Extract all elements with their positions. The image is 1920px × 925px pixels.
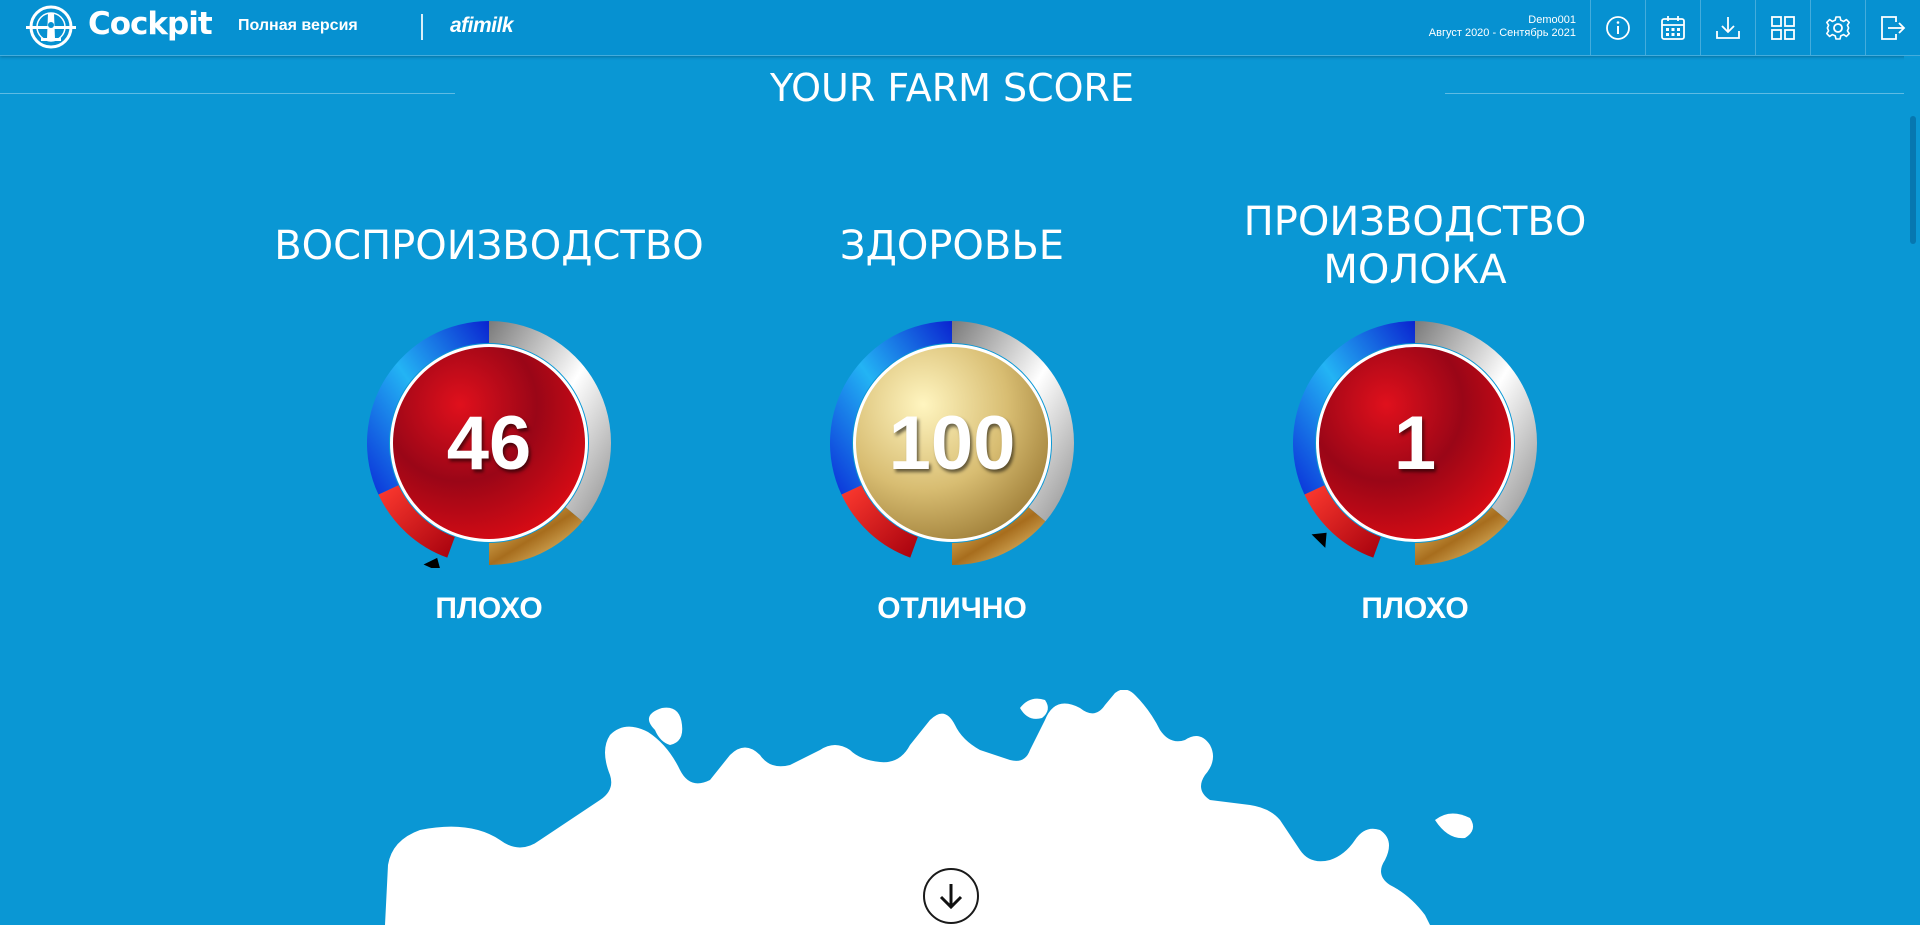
arrow-down-icon	[939, 884, 963, 910]
version-label[interactable]: Полная версия	[238, 17, 358, 35]
calendar-icon	[1661, 15, 1685, 40]
score-gauge-health[interactable]: 100	[827, 318, 1077, 568]
score-rating: ПЛОХО	[435, 592, 543, 625]
farm-name: Demo001	[1528, 14, 1576, 26]
download-icon	[1716, 16, 1740, 39]
info-button[interactable]	[1590, 0, 1645, 55]
score-gauge-milk-production[interactable]: 1	[1290, 318, 1540, 568]
score-value: 46	[446, 400, 532, 486]
logout-button[interactable]	[1865, 0, 1920, 55]
score-rating: ПЛОХО	[1361, 592, 1469, 625]
scroll-down-button[interactable]	[923, 868, 979, 924]
settings-button[interactable]	[1810, 0, 1865, 55]
score-title-health: ЗДОРОВЬЕ	[722, 222, 1182, 270]
date-range: Август 2020 - Сентябрь 2021	[1428, 27, 1576, 39]
top-bar: Cockpit Полная версия afimilk Demo001 Ав…	[0, 0, 1920, 56]
cockpit-logo-icon	[24, 5, 78, 49]
header-divider	[421, 14, 423, 40]
farm-info[interactable]: Demo001 Август 2020 - Сентябрь 2021	[1429, 14, 1576, 40]
score-title-line: ВОСПРОИЗВОДСТВО	[274, 223, 704, 269]
calendar-button[interactable]	[1645, 0, 1700, 55]
download-button[interactable]	[1700, 0, 1755, 55]
info-icon	[1606, 15, 1630, 40]
dashboard-button[interactable]	[1755, 0, 1810, 55]
logout-icon	[1881, 15, 1906, 40]
score-value: 100	[888, 400, 1016, 486]
score-value: 1	[1393, 400, 1437, 486]
scrollbar[interactable]	[1904, 56, 1920, 925]
dashboard-grid-icon	[1771, 15, 1795, 40]
scrollbar-thumb[interactable]	[1910, 116, 1916, 244]
afimilk-logo: afimilk	[450, 14, 514, 37]
score-title-line: ЗДОРОВЬЕ	[839, 223, 1065, 269]
score-title-line: ПРОИЗВОДСТВО	[1243, 199, 1587, 245]
score-title-reproduction: ВОСПРОИЗВОДСТВО	[259, 222, 719, 270]
score-rating: ОТЛИЧНО	[877, 592, 1027, 625]
score-title-line: МОЛОКА	[1323, 247, 1507, 293]
page-title: YOUR FARM SCORE	[770, 66, 1134, 110]
gear-icon	[1826, 15, 1850, 40]
score-title-milk-production: ПРОИЗВОДСТВО МОЛОКА	[1185, 198, 1645, 294]
score-gauge-reproduction[interactable]: 46	[364, 318, 614, 568]
app-name: Cockpit	[88, 6, 213, 42]
